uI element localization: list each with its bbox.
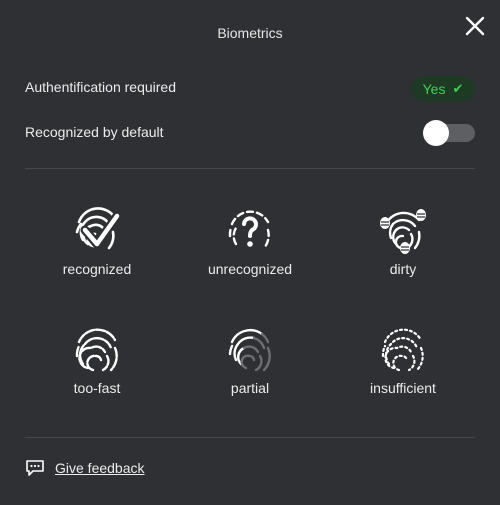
divider bbox=[25, 437, 475, 438]
fingerprint-recognized-button[interactable]: recognized bbox=[27, 202, 167, 292]
switch-knob bbox=[423, 120, 449, 146]
recognized-default-row: Recognized by default bbox=[25, 119, 475, 146]
fingerprint-label: too-fast bbox=[73, 380, 121, 396]
fingerprint-unrecognized-button[interactable]: unrecognized bbox=[180, 202, 320, 292]
fingerprint-label: insufficient bbox=[370, 380, 436, 396]
fingerprint-partial-button[interactable]: partial bbox=[180, 322, 320, 412]
auth-required-label: Authentification required bbox=[25, 79, 176, 95]
recognized-default-label: Recognized by default bbox=[25, 124, 164, 140]
auth-required-toggle[interactable]: Yes ✔ bbox=[411, 76, 475, 101]
fingerprint-check-icon bbox=[75, 207, 122, 250]
give-feedback-link[interactable]: Give feedback bbox=[25, 458, 145, 478]
auth-required-value: Yes bbox=[422, 80, 446, 97]
comment-icon bbox=[26, 460, 44, 476]
fingerprint-label: recognized bbox=[62, 261, 132, 277]
fingerprint-partial-icon bbox=[228, 329, 271, 372]
fingerprint-dashed-icon bbox=[75, 328, 118, 372]
fingerprint-insufficient-button[interactable]: insufficient bbox=[333, 322, 473, 412]
fingerprint-dirty-button[interactable]: dirty bbox=[333, 202, 473, 292]
recognized-default-switch[interactable] bbox=[423, 120, 475, 146]
close-button[interactable] bbox=[463, 14, 487, 38]
close-icon bbox=[465, 16, 485, 36]
checkmark-icon: ✔ bbox=[452, 80, 464, 96]
fingerprint-too-fast-button[interactable]: too-fast bbox=[27, 322, 167, 412]
fingerprint-bugs-icon bbox=[380, 209, 426, 254]
fingerprint-dotted-icon bbox=[381, 328, 424, 372]
fingerprint-question-icon bbox=[228, 210, 270, 250]
biometrics-dialog: Biometrics Authentification required Yes… bbox=[0, 0, 500, 505]
fingerprint-label: unrecognized bbox=[207, 261, 293, 277]
dialog-title: Biometrics bbox=[217, 25, 283, 41]
fingerprint-label: partial bbox=[230, 380, 270, 396]
auth-required-row: Authentification required Yes ✔ bbox=[25, 74, 475, 101]
divider bbox=[25, 168, 475, 169]
fingerprint-label: dirty bbox=[389, 261, 417, 277]
give-feedback-label: Give feedback bbox=[55, 460, 145, 476]
